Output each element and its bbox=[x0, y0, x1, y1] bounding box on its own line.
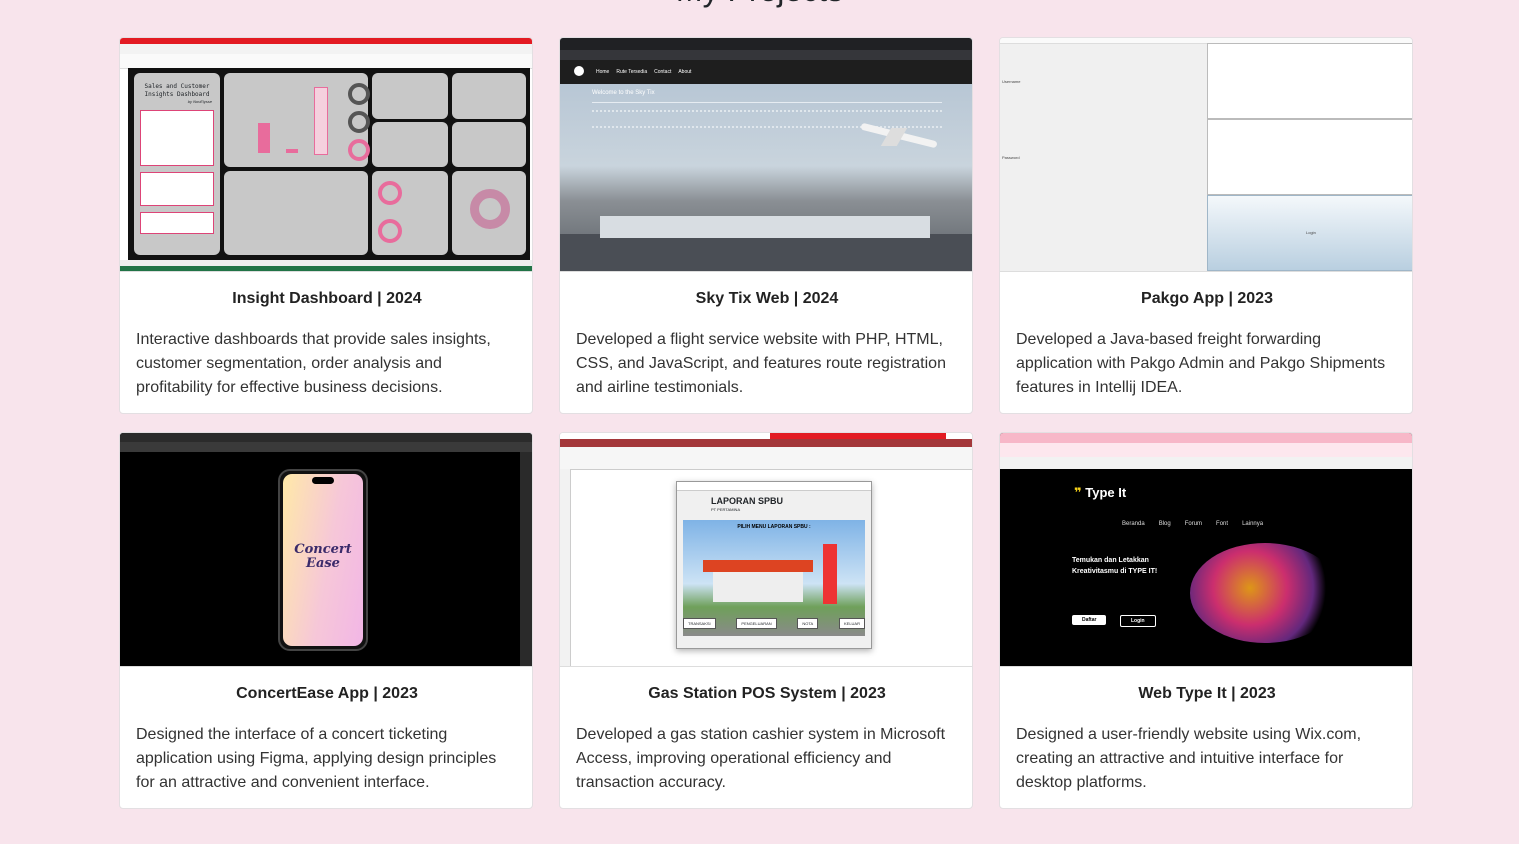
project-description: Designed a user-friendly website using W… bbox=[1016, 726, 1362, 791]
project-thumbnail: Concert Ease bbox=[120, 433, 532, 667]
project-card-concertease-app[interactable]: Concert Ease ConcertEase App | 2023 Desi… bbox=[119, 432, 533, 809]
project-thumbnail: Sales and Customer Insights Dashboard by… bbox=[120, 38, 532, 272]
login-button[interactable]: Login bbox=[1120, 615, 1156, 627]
nav-contact[interactable]: Contact bbox=[654, 69, 671, 75]
project-description: Developed a Java-based freight forwardin… bbox=[1016, 331, 1386, 396]
transaksi-button[interactable]: TRANSAKSI bbox=[683, 618, 716, 629]
type-it-brand: ❞ Type It bbox=[1074, 485, 1127, 500]
pengeluaran-button[interactable]: PENGELUARAN bbox=[736, 618, 777, 629]
section-title: My Projects bbox=[0, 0, 1519, 9]
laporan-spbu-title: LAPORAN SPBU bbox=[711, 496, 784, 506]
project-thumbnail: ❞ Type It Beranda Blog Forum Font Lainny… bbox=[1000, 433, 1412, 667]
nav-home[interactable]: Home bbox=[596, 69, 609, 75]
menu-label: PILIH MENU LAPORAN SPBU : bbox=[737, 524, 811, 530]
nav-blog[interactable]: Blog bbox=[1159, 521, 1171, 527]
project-title: ConcertEase App | 2023 bbox=[236, 685, 418, 702]
airplane-icon bbox=[860, 122, 940, 149]
project-description: Developed a flight service website with … bbox=[576, 331, 946, 396]
concertease-logo: Concert Ease bbox=[294, 542, 352, 571]
welcome-text: Welcome to the Sky Tix bbox=[592, 90, 655, 96]
nav-beranda[interactable]: Beranda bbox=[1122, 521, 1145, 527]
nav-about[interactable]: About bbox=[678, 69, 691, 75]
project-title: Gas Station POS System | 2023 bbox=[648, 685, 886, 702]
project-card-web-type-it[interactable]: ❞ Type It Beranda Blog Forum Font Lainny… bbox=[999, 432, 1413, 809]
nav-rute[interactable]: Rute Tersedia bbox=[616, 69, 647, 75]
nav-lainnya[interactable]: Lainnya bbox=[1242, 521, 1263, 527]
project-title: Insight Dashboard | 2024 bbox=[232, 290, 422, 307]
hero-text: Temukan dan Letakkan Kreativitasmu di TY… bbox=[1072, 557, 1158, 575]
password-label: Password bbox=[1002, 155, 1020, 160]
project-thumbnail: Home Rute Tersedia Contact About Welcome… bbox=[560, 38, 972, 272]
project-description: Interactive dashboards that provide sale… bbox=[136, 331, 491, 396]
username-label: Username bbox=[1002, 79, 1021, 84]
daftar-button[interactable]: Daftar bbox=[1072, 615, 1107, 625]
nota-button[interactable]: NOTA bbox=[797, 618, 819, 629]
project-title: Pakgo App | 2023 bbox=[1141, 290, 1273, 307]
dashboard-heading: Sales and Customer Insights Dashboard bbox=[144, 83, 210, 98]
project-thumbnail: Username Password Login bbox=[1000, 38, 1412, 272]
project-title: Sky Tix Web | 2024 bbox=[695, 290, 839, 307]
project-description: Designed the interface of a concert tick… bbox=[136, 726, 497, 791]
keluar-button[interactable]: KELUAR bbox=[838, 618, 865, 629]
project-card-gas-station-pos[interactable]: LAPORAN SPBU PT PERTAMINA PILIH MENU LAP… bbox=[559, 432, 973, 809]
login-button[interactable]: Login bbox=[1306, 230, 1316, 235]
nav-font[interactable]: Font bbox=[1216, 521, 1228, 527]
project-description: Developed a gas station cashier system i… bbox=[576, 726, 946, 791]
project-thumbnail: LAPORAN SPBU PT PERTAMINA PILIH MENU LAP… bbox=[560, 433, 972, 667]
project-card-sky-tix-web[interactable]: Home Rute Tersedia Contact About Welcome… bbox=[559, 37, 973, 414]
nav-forum[interactable]: Forum bbox=[1185, 521, 1202, 527]
project-card-pakgo-app[interactable]: Username Password Login Pakgo App | 2023… bbox=[999, 37, 1413, 414]
project-title: Web Type It | 2023 bbox=[1138, 685, 1276, 702]
project-card-insight-dashboard[interactable]: Sales and Customer Insights Dashboard by… bbox=[119, 37, 533, 414]
